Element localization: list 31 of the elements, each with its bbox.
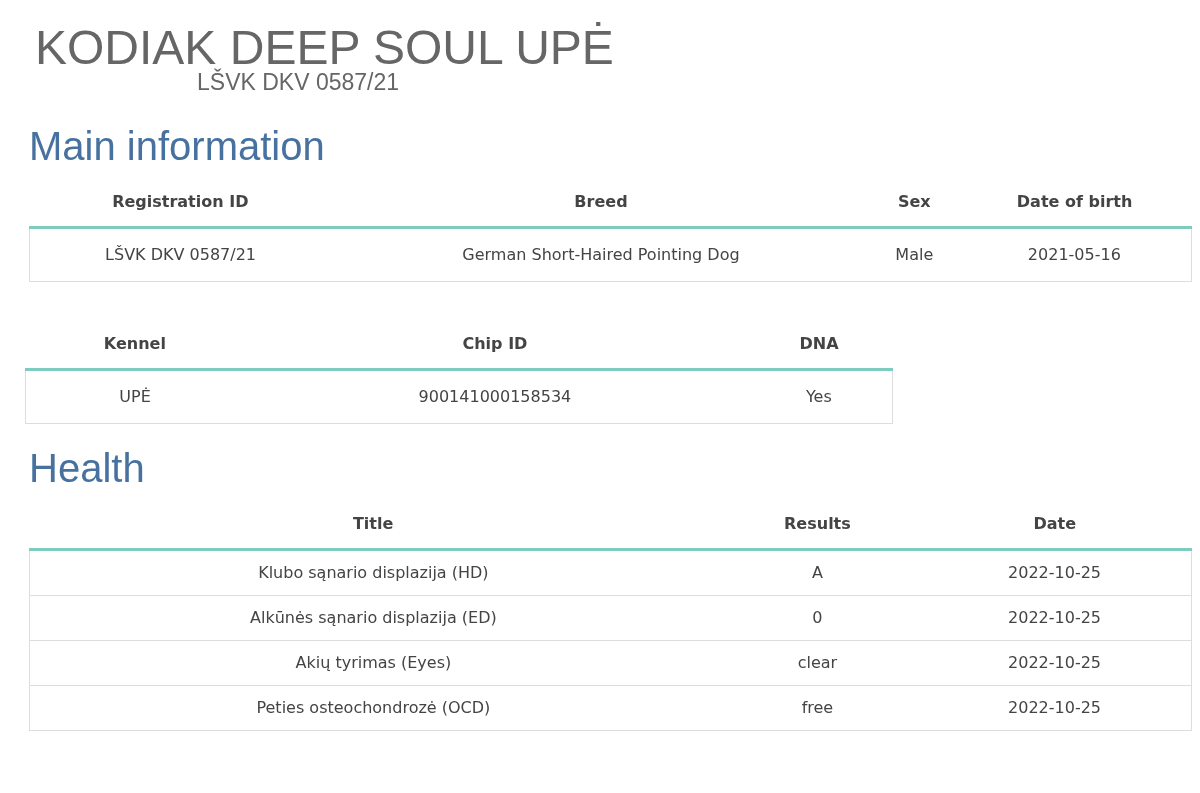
column-header: Breed: [331, 180, 871, 228]
table-cell: clear: [716, 640, 919, 686]
table-cell: 2022-10-25: [918, 595, 1192, 641]
table-cell: 2022-10-25: [918, 549, 1192, 596]
table-cell: Male: [870, 227, 958, 282]
section-heading: Main information: [29, 123, 326, 171]
table-cell: LŠVK DKV 0587/21: [29, 227, 332, 282]
column-header: Sex: [870, 180, 958, 228]
column-header: Date of birth: [957, 180, 1192, 228]
table-cell: Klubo sąnario displazija (HD): [29, 549, 717, 596]
table-cell: A: [716, 549, 919, 596]
table-cell: Peties osteochondrozė (OCD): [29, 685, 717, 731]
section-heading: Health: [29, 445, 146, 493]
column-header: Results: [716, 502, 919, 550]
table-cell: 2022-10-25: [918, 685, 1192, 731]
column-header: Chip ID: [244, 322, 746, 370]
column-header: DNA: [745, 322, 893, 370]
table-cell: Alkūnės sąnario displazija (ED): [29, 595, 717, 641]
table-cell: 2021-05-16: [957, 227, 1192, 282]
column-header: Title: [29, 502, 717, 550]
table-cell: 0: [716, 595, 919, 641]
table-cell: Akių tyrimas (Eyes): [29, 640, 717, 686]
table-cell: 2022-10-25: [918, 640, 1192, 686]
column-header: Kennel: [25, 322, 245, 370]
table-cell: 900141000158534: [244, 369, 746, 424]
table-cell: Yes: [745, 369, 893, 424]
column-header: Registration ID: [29, 180, 332, 228]
table-cell: free: [716, 685, 919, 731]
table-cell: German Short-Haired Pointing Dog: [331, 227, 871, 282]
column-header: Date: [918, 502, 1192, 550]
table-cell: UPĖ: [25, 369, 245, 424]
